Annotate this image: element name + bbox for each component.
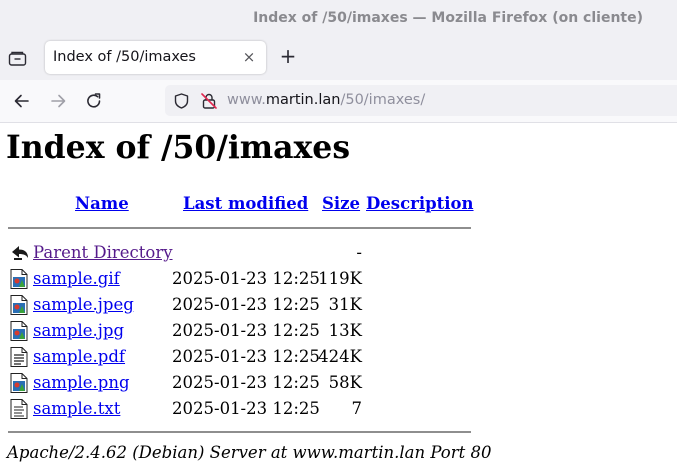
file-date: 2025-01-23 12:25 [172,347,320,366]
insecure-lock-icon[interactable] [201,93,217,109]
page-content: Index of /50/imaxes Name Last modified S… [0,123,677,475]
file-link[interactable]: sample.gif [33,269,120,288]
file-date: 2025-01-23 12:25 [172,321,320,340]
file-link[interactable]: sample.jpg [33,321,124,340]
tracking-shield-icon[interactable] [174,93,189,109]
file-link[interactable]: sample.jpeg [33,295,134,314]
tab-title: Index of /50/imaxes [53,49,196,65]
table-row: sample.gif 2025-01-23 12:25 119K [0,267,677,293]
image-icon [10,295,28,315]
header-divider [8,227,471,229]
column-header-size[interactable]: Size [322,194,360,213]
text-file-icon [10,399,28,419]
file-date: 2025-01-23 12:25 [172,295,320,314]
parent-size: - [356,243,362,262]
file-link[interactable]: sample.png [33,373,130,392]
file-size: 7 [351,399,363,418]
table-row: sample.jpg 2025-01-23 12:25 13K [0,319,677,345]
table-row: sample.png 2025-01-23 12:25 58K [0,371,677,397]
file-link[interactable]: sample.txt [33,399,120,418]
parent-directory-link[interactable]: Parent Directory [33,243,173,262]
reload-button[interactable] [84,91,104,111]
footer-divider [8,431,471,433]
column-header-description[interactable]: Description [366,194,474,213]
column-header-last-modified[interactable]: Last modified [183,194,308,213]
url-bar[interactable]: www.martin.lan/50/imaxes/ [165,85,677,116]
url-text[interactable]: www.martin.lan/50/imaxes/ [227,92,425,108]
file-size: 31K [328,295,362,314]
tab-close-icon[interactable]: × [239,47,259,67]
image-icon [10,321,28,341]
page-title: Index of /50/imaxes [6,129,351,166]
image-icon [10,269,28,289]
tab-active[interactable]: Index of /50/imaxes × [45,41,266,74]
file-date: 2025-01-23 12:25 [172,373,320,392]
document-icon [10,347,28,367]
file-size: 119K [318,269,362,288]
file-size: 13K [328,321,362,340]
table-row: sample.pdf 2025-01-23 12:25 424K [0,345,677,371]
file-link[interactable]: sample.pdf [33,347,125,366]
arrow-right-icon [51,94,66,108]
file-size: 424K [318,347,362,366]
reload-icon [87,93,101,108]
window-title: Index of /50/imaxes — Mozilla Firefox (o… [253,10,643,26]
tab-list-icon[interactable] [8,51,28,67]
forward-button[interactable] [48,91,68,111]
file-date: 2025-01-23 12:25 [172,399,320,418]
url-path: /50/imaxes/ [340,92,426,108]
column-header-name[interactable]: Name [75,194,129,213]
url-prefix: www. [227,92,266,108]
url-host: martin.lan [265,92,341,108]
table-row: sample.jpeg 2025-01-23 12:25 31K [0,293,677,319]
table-row-parent: Parent Directory - [0,241,677,267]
tab-strip: Index of /50/imaxes × + [0,37,677,80]
server-signature: Apache/2.4.62 (Debian) Server at www.mar… [7,443,492,462]
back-button[interactable] [12,91,32,111]
file-size: 58K [328,373,362,392]
new-tab-button[interactable]: + [277,45,299,67]
window-titlebar: Index of /50/imaxes — Mozilla Firefox (o… [0,0,677,37]
table-row: sample.txt 2025-01-23 12:25 7 [0,397,677,423]
navigation-toolbar: www.martin.lan/50/imaxes/ [0,80,677,123]
file-date: 2025-01-23 12:25 [172,269,320,288]
back-arrow-icon [10,243,28,263]
arrow-left-icon [14,94,29,108]
image-icon [10,373,28,393]
